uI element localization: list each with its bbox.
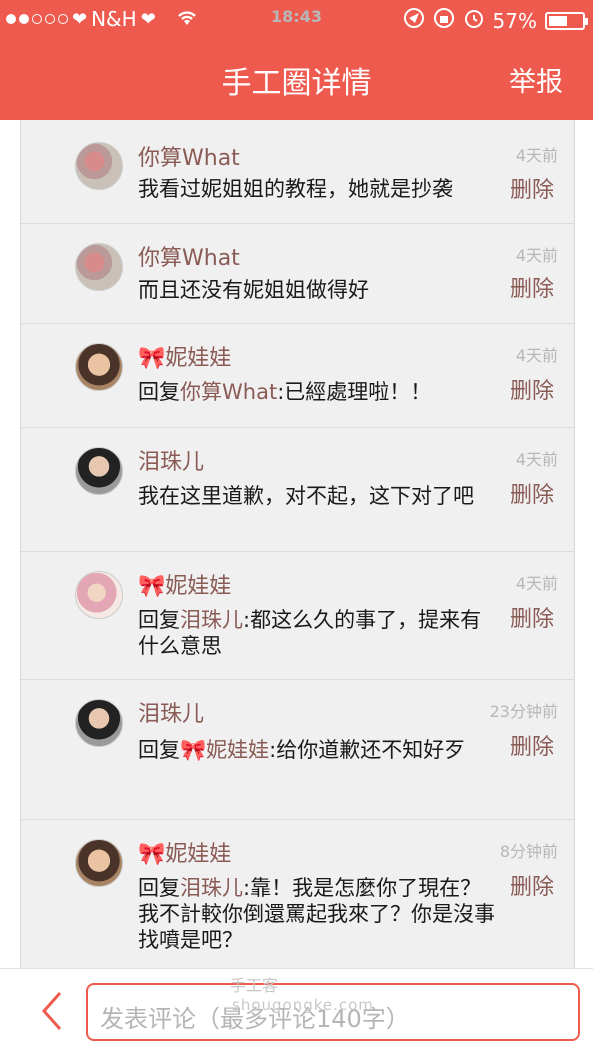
comment-time: 23分钟前	[489, 702, 558, 721]
watermark-text: 手工客	[230, 976, 279, 995]
comment-author[interactable]: 🎀妮娃娃	[138, 568, 231, 600]
comment-time: 4天前	[515, 346, 558, 365]
rotation-lock-icon	[433, 7, 455, 34]
avatar[interactable]	[75, 343, 123, 391]
reply-target[interactable]: 你算What	[180, 380, 277, 404]
list-item: 你算What 4天前 删除 而且还没有妮姐姐做得好	[21, 223, 574, 324]
comment-time: 4天前	[515, 574, 558, 593]
comment-time: 4天前	[515, 246, 558, 265]
delete-button[interactable]: 删除	[510, 271, 554, 303]
chevron-left-icon	[41, 992, 62, 1030]
list-item: 🎀妮娃娃 8分钟前 删除 回复泪珠儿:靠！我是怎麼你了現在？我不計較你倒還罵起我…	[21, 819, 574, 968]
comment-text: 我看过妮姐姐的教程，她就是抄袭	[138, 177, 453, 201]
delete-button[interactable]: 删除	[510, 477, 554, 509]
reply-target[interactable]: 泪珠儿	[180, 876, 243, 900]
delete-button[interactable]: 删除	[510, 373, 554, 405]
avatar[interactable]	[75, 243, 123, 291]
reply-prefix: 回复	[138, 876, 180, 900]
avatar[interactable]	[75, 142, 123, 190]
page-title: 手工圈详情	[221, 66, 372, 101]
reply-prefix: 回复	[138, 738, 180, 762]
comment-text: 我在这里道歉，对不起，这下对了吧	[138, 484, 474, 508]
watermark-url: shougongke.com	[232, 996, 374, 1014]
reply-body: :给你道歉还不知好歹	[269, 738, 466, 762]
comment-text: 回复泪珠儿:都这么久的事了，提来有什么意思	[138, 607, 498, 659]
delete-button[interactable]: 删除	[510, 601, 554, 633]
comment-author[interactable]: 泪珠儿	[138, 696, 204, 728]
reply-target[interactable]: 泪珠儿	[180, 608, 243, 632]
reply-body: :已經處理啦！！	[277, 380, 432, 404]
reply-prefix: 回复	[138, 380, 180, 404]
reply-target[interactable]: 🎀妮娃娃	[180, 738, 269, 762]
battery-icon	[545, 11, 588, 30]
list-item: 你算What 4天前 删除 我看过妮姐姐的教程，她就是抄袭	[21, 120, 574, 224]
comment-text: 回复泪珠儿:靠！我是怎麼你了現在？我不計較你倒還罵起我來了？你是沒事找噴是吧？	[138, 875, 498, 953]
delete-button[interactable]: 删除	[510, 869, 554, 901]
alarm-icon	[463, 7, 485, 34]
comment-text: 回复你算What:已經處理啦！！	[138, 379, 498, 405]
comment-author[interactable]: 你算What	[138, 240, 240, 272]
location-icon	[403, 7, 425, 34]
list-item: 🎀妮娃娃 4天前 删除 回复泪珠儿:都这么久的事了，提来有什么意思	[21, 551, 574, 680]
status-right: 57%	[403, 7, 588, 34]
comment-time: 4天前	[515, 450, 558, 469]
list-item: 🎀妮娃娃 4天前 删除 回复你算What:已經處理啦！！	[21, 323, 574, 428]
comment-text: 而且还没有妮姐姐做得好	[138, 278, 369, 302]
avatar[interactable]	[75, 699, 123, 747]
comment-author[interactable]: 🎀妮娃娃	[138, 836, 231, 868]
avatar[interactable]	[75, 571, 123, 619]
comment-author[interactable]: 泪珠儿	[138, 444, 204, 476]
list-item: 泪珠儿 23分钟前 删除 回复🎀妮娃娃:给你道歉还不知好歹	[21, 679, 574, 820]
status-bar: ❤ N&H ❤ 18:43 57%	[0, 0, 593, 38]
delete-button[interactable]: 删除	[510, 172, 554, 204]
comment-text: 回复🎀妮娃娃:给你道歉还不知好歹	[138, 737, 498, 763]
back-button[interactable]	[36, 989, 76, 1030]
delete-button[interactable]: 删除	[510, 729, 554, 761]
battery-percent: 57%	[492, 8, 537, 33]
reply-prefix: 回复	[138, 608, 180, 632]
comment-time: 8分钟前	[499, 842, 558, 861]
report-button[interactable]: 举报	[509, 60, 563, 99]
avatar[interactable]	[75, 447, 123, 495]
comment-author[interactable]: 你算What	[138, 140, 240, 172]
comment-author[interactable]: 🎀妮娃娃	[138, 340, 231, 372]
avatar[interactable]	[75, 839, 123, 887]
comment-time: 4天前	[515, 146, 558, 165]
list-item: 泪珠儿 4天前 删除 我在这里道歉，对不起，这下对了吧	[21, 427, 574, 552]
nav-bar: 手工圈详情 举报	[0, 38, 593, 120]
comment-list: 你算What 4天前 删除 我看过妮姐姐的教程，她就是抄袭 你算What 4天前…	[20, 120, 575, 968]
